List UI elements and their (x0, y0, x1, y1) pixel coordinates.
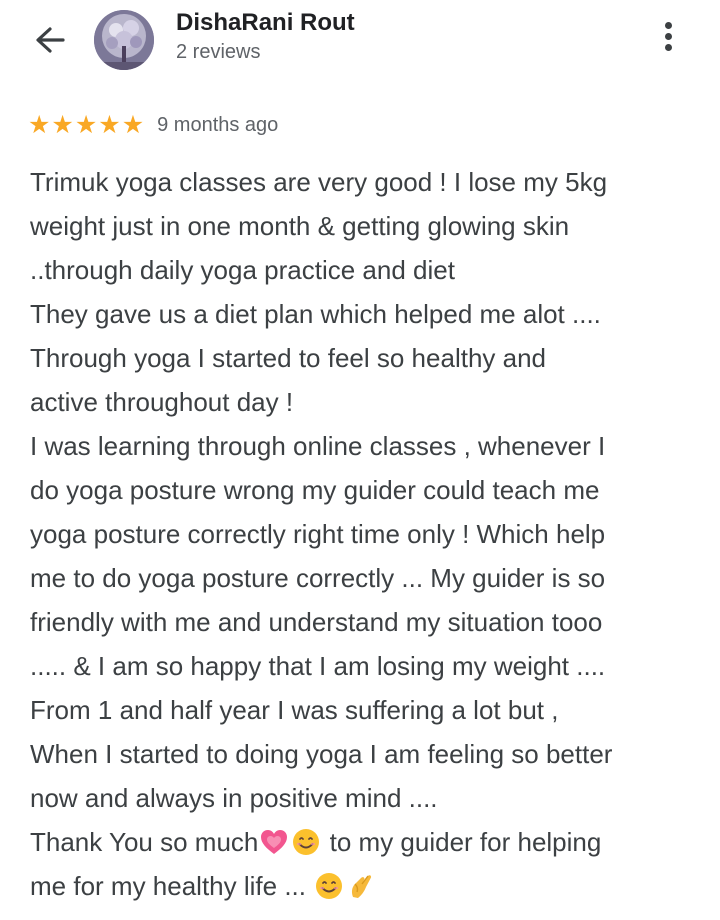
review-line: Through yoga I started to feel so health… (30, 343, 547, 373)
review-line: now and always in positive mind .... (30, 783, 438, 813)
review-header: DishaRani Rout 2 reviews (0, 0, 720, 90)
review-line: They gave us a diet plan which helped me… (30, 299, 601, 329)
smiling-face-emoji (293, 829, 320, 855)
avatar-image (94, 10, 154, 70)
review-line: When I started to doing yoga I am feelin… (30, 739, 613, 769)
more-vert-icon-dot (664, 22, 672, 29)
review-line: From 1 and half year I was suffering a l… (30, 695, 559, 725)
growing-heart-emoji (261, 830, 288, 854)
review-line: Trimuk yoga classes are very good ! I lo… (30, 167, 608, 197)
pinching-hand-emoji (352, 875, 372, 898)
review-text-segment: to my guider for helping (329, 827, 602, 857)
star-icon: ★ (74, 111, 98, 139)
back-button[interactable] (30, 22, 70, 58)
more-vert-icon-dot (664, 33, 672, 40)
review-line-with-emoji: me for my healthy life ... (30, 864, 710, 908)
more-options-button[interactable] (654, 18, 682, 60)
review-line: ..... & I am so happy that I am losing m… (30, 651, 606, 681)
review-line: friendly with me and understand my situa… (30, 607, 603, 637)
star-icon: ★ (28, 111, 51, 139)
review-line: weight just in one month & getting glowi… (30, 211, 570, 241)
review-line: me to do yoga posture correctly ... My g… (30, 563, 606, 593)
star-icon: ★ (121, 111, 145, 139)
review-line: yoga posture correctly right time only !… (30, 519, 606, 549)
star-icon: ★ (98, 111, 121, 139)
more-vert-icon-dot (664, 44, 672, 51)
review-time: 9 months ago (157, 113, 279, 136)
arrow-back-icon (36, 27, 65, 53)
review-line: ..through daily yoga practice and diet (30, 255, 455, 285)
smiling-face-emoji (316, 873, 343, 899)
review-line-with-emoji: Thank You so much to my guider for helpi… (30, 820, 710, 864)
star-icon: ★ (51, 111, 74, 139)
star-rating: ★ ★ ★ ★ ★ (28, 111, 145, 139)
review-count: 2 reviews (176, 41, 261, 63)
avatar[interactable] (94, 10, 154, 70)
review-text-segment: me for my healthy life ... (30, 871, 306, 901)
review-line: I was learning through online classes , … (30, 431, 606, 461)
review-line: active throughout day ! (30, 387, 294, 417)
reviewer-name[interactable]: DishaRani Rout (176, 9, 355, 37)
review-line: do yoga posture wrong my guider could te… (30, 475, 600, 505)
rating-row: ★ ★ ★ ★ ★ 9 months ago (28, 110, 278, 140)
review-text-segment: Thank You so much (30, 827, 259, 857)
review-text: Trimuk yoga classes are very good ! I lo… (30, 160, 710, 908)
